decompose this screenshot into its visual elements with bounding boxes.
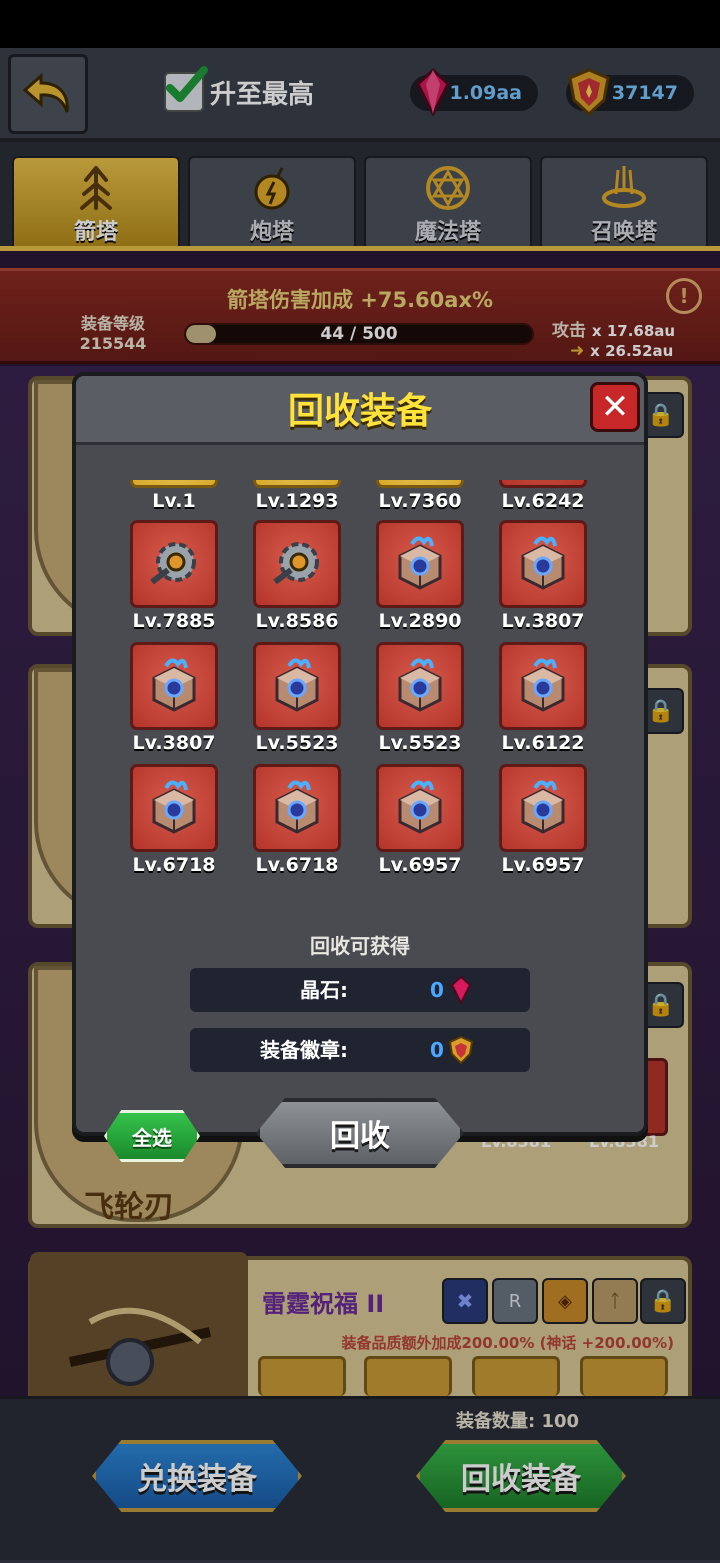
recycle-item[interactable]: Lv.6242 (499, 480, 587, 512)
item-level: Lv.1293 (255, 490, 339, 512)
energy-cube-icon (398, 536, 442, 590)
close-icon: ✕ (600, 387, 630, 427)
recycle-item[interactable]: Lv.6718 (253, 764, 341, 876)
recycle-item[interactable]: Lv.7885 (130, 520, 218, 632)
energy-cube-icon (398, 658, 442, 712)
crystal-label: 晶石: (300, 978, 348, 1002)
item-icon-box[interactable] (499, 520, 587, 608)
recycle-item[interactable]: Lv.3807 (130, 642, 218, 754)
recycle-item[interactable]: Lv.7360 (376, 480, 464, 512)
recycle-item[interactable]: Lv.6957 (499, 764, 587, 876)
recycle-item[interactable]: Lv.1 (130, 480, 218, 512)
item-icon-box[interactable] (130, 764, 218, 852)
item-icon-box[interactable] (253, 520, 341, 608)
item-level: Lv.6957 (378, 854, 462, 876)
item-level: Lv.6718 (132, 854, 216, 876)
badge-icon (448, 1036, 474, 1064)
recycle-button[interactable]: 回收 (256, 1098, 464, 1168)
item-level: Lv.3807 (132, 732, 216, 754)
item-icon-box[interactable] (253, 764, 341, 852)
item-level: Lv.7360 (378, 490, 462, 512)
status-bar (0, 0, 720, 48)
energy-cube-icon (521, 780, 565, 834)
modal-title: 回收装备 (287, 391, 432, 432)
item-level: Lv.2890 (378, 610, 462, 632)
item-level: Lv.6718 (255, 854, 339, 876)
recycle-item[interactable]: Lv.5523 (376, 642, 464, 754)
item-level: Lv.6242 (501, 490, 585, 512)
gear-icon (150, 542, 196, 585)
item-icon-box[interactable] (499, 642, 587, 730)
select-all-button[interactable]: 全选 (104, 1110, 200, 1162)
recycle-item[interactable]: Lv.2890 (376, 520, 464, 632)
item-icon-box[interactable] (130, 642, 218, 730)
item-icon-box[interactable] (499, 764, 587, 852)
item-icon-box[interactable] (130, 520, 218, 608)
crystal-reward-row: 晶石: 0 (190, 968, 530, 1012)
energy-cube-icon (275, 658, 319, 712)
energy-cube-icon (398, 780, 442, 834)
item-icon-box[interactable] (376, 764, 464, 852)
item-level: Lv.6957 (501, 854, 585, 876)
recycle-item[interactable]: Lv.8586 (253, 520, 341, 632)
item-icon-box[interactable] (130, 480, 218, 488)
item-icon-box[interactable] (253, 480, 341, 488)
item-level: Lv.5523 (378, 732, 462, 754)
reward-title: 回收可获得 (310, 934, 410, 958)
energy-cube-icon (152, 658, 196, 712)
badge-label: 装备徽章: (260, 1038, 348, 1062)
item-level: Lv.1 (152, 490, 196, 512)
item-icon-box[interactable] (376, 480, 464, 488)
badge-reward-row: 装备徽章: 0 (190, 1028, 530, 1072)
gear-icon (273, 542, 319, 585)
recycle-item[interactable]: Lv.3807 (499, 520, 587, 632)
item-icon-box[interactable] (499, 480, 587, 488)
item-level: Lv.7885 (132, 610, 216, 632)
close-button[interactable]: ✕ (590, 382, 640, 432)
energy-cube-icon (152, 780, 196, 834)
energy-cube-icon (275, 780, 319, 834)
item-level: Lv.5523 (255, 732, 339, 754)
recycle-item-grid: Lv.1 Lv.1293 Lv.7360 Lv.6242 Lv.7885 Lv.8586 L… (90, 480, 630, 900)
item-level: Lv.8586 (255, 610, 339, 632)
item-level: Lv.3807 (501, 610, 585, 632)
gem-icon (450, 976, 472, 1004)
item-icon-box[interactable] (253, 642, 341, 730)
item-level: Lv.6122 (501, 732, 585, 754)
recycle-item[interactable]: Lv.6718 (130, 764, 218, 876)
recycle-item[interactable]: Lv.1293 (253, 480, 341, 512)
item-icon-box[interactable] (376, 642, 464, 730)
badge-value: 0 (430, 1038, 444, 1062)
crystal-value: 0 (430, 978, 444, 1002)
energy-cube-icon (521, 658, 565, 712)
recycle-item[interactable]: Lv.6957 (376, 764, 464, 876)
energy-cube-icon (521, 536, 565, 590)
item-icon-box[interactable] (376, 520, 464, 608)
recycle-item[interactable]: Lv.5523 (253, 642, 341, 754)
recycle-item[interactable]: Lv.6122 (499, 642, 587, 754)
